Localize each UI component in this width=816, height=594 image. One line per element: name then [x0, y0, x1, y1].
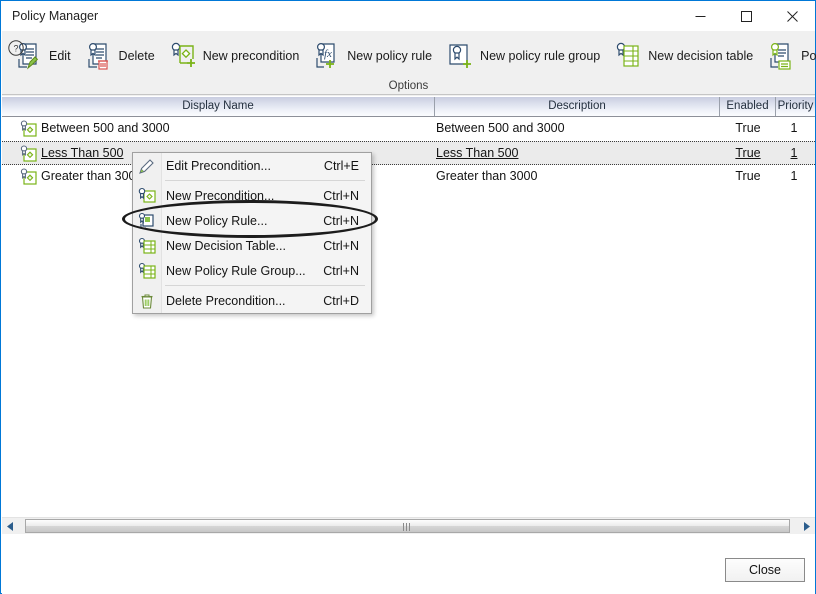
- menu-label-new-policy-rule-group: New Policy Rule Group...: [166, 263, 306, 278]
- precondition-icon: [20, 120, 38, 138]
- row-description: Less Than 500: [436, 146, 519, 160]
- ribbon-label-new-policy-rule: New policy rule: [347, 49, 433, 63]
- ribbon-label-new-policy-rule-group: New policy rule group: [480, 49, 601, 63]
- row-display-name: Greater than 3000: [41, 169, 143, 183]
- new-policy-rule-group-icon: [445, 40, 475, 72]
- new-policy-rule-icon: fx: [312, 40, 342, 72]
- policy-list: Between 500 and 3000 Between 500 and 300…: [2, 117, 815, 515]
- trash-icon: [133, 289, 161, 313]
- menu-shortcut-edit-precondition: Ctrl+E: [323, 158, 359, 173]
- precondition-icon: [20, 168, 38, 186]
- table-row[interactable]: Between 500 and 3000 Between 500 and 300…: [2, 117, 815, 141]
- context-menu-separator: [165, 180, 365, 181]
- column-header-priority[interactable]: Priority: [776, 97, 815, 116]
- ribbon-button-new-precondition[interactable]: New precondition: [162, 34, 307, 78]
- column-header-description[interactable]: Description: [435, 97, 720, 116]
- ribbon-label-edit: Edit: [49, 49, 71, 63]
- close-icon: [786, 10, 798, 22]
- row-priority: 1: [790, 146, 798, 160]
- ribbon-label-policy-info: Policy Info: [801, 49, 816, 63]
- delete-policy-icon: [84, 40, 114, 72]
- ribbon-label-delete: Delete: [118, 49, 155, 63]
- menu-item-edit-precondition[interactable]: Edit Precondition... Ctrl+E: [133, 153, 371, 178]
- svg-text:?: ?: [13, 44, 18, 54]
- row-priority: 1: [790, 121, 798, 135]
- column-header-enabled[interactable]: Enabled: [720, 97, 776, 116]
- row-priority: 1: [790, 169, 798, 183]
- ribbon-button-new-policy-rule-group[interactable]: New policy rule group: [439, 34, 607, 78]
- menu-label-edit-precondition: Edit Precondition...: [166, 158, 271, 173]
- new-policy-rule-icon: [133, 209, 161, 233]
- scrollbar-track[interactable]: [19, 518, 798, 545]
- ribbon-group-label: Options: [388, 80, 429, 92]
- svg-text:fx: fx: [324, 48, 332, 60]
- context-menu: Edit Precondition... Ctrl+E New Precondi…: [132, 152, 372, 314]
- menu-item-new-precondition[interactable]: New Precondition... Ctrl+N: [133, 183, 371, 208]
- menu-label-new-policy-rule: New Policy Rule...: [166, 213, 268, 228]
- ribbon-divider: [2, 94, 815, 95]
- scroll-right-button[interactable]: [798, 518, 815, 534]
- ribbon-label-new-decision-table: New decision table: [648, 49, 754, 63]
- close-button[interactable]: [769, 1, 815, 31]
- row-display-name: Between 500 and 3000: [41, 121, 170, 135]
- scroll-right-icon: [804, 521, 810, 531]
- maximize-icon: [740, 10, 752, 22]
- new-precondition-icon: [168, 40, 198, 72]
- pencil-icon: [133, 154, 161, 178]
- help-icon: ?: [8, 40, 24, 56]
- menu-item-new-policy-rule[interactable]: New Policy Rule... Ctrl+N: [133, 208, 371, 233]
- row-enabled: True: [735, 121, 761, 135]
- menu-label-new-precondition: New Precondition...: [166, 188, 275, 203]
- window-controls: [677, 1, 815, 31]
- window-title: Policy Manager: [12, 9, 99, 23]
- scrollbar-thumb[interactable]: [25, 519, 790, 545]
- row-description: Greater than 3000: [436, 169, 538, 183]
- menu-label-delete-precondition: Delete Precondition...: [166, 293, 286, 308]
- new-policy-rule-group-icon: [133, 259, 161, 283]
- maximize-button[interactable]: [723, 1, 769, 31]
- policy-manager-window: Policy Manager Edit Delete New precondit…: [0, 0, 816, 594]
- scroll-left-button[interactable]: [2, 518, 19, 534]
- table-row[interactable]: Greater than 3000 Greater than 3000 True…: [2, 165, 815, 189]
- ribbon-button-policy-info[interactable]: Policy Info: [760, 34, 816, 78]
- row-enabled: True: [735, 169, 761, 183]
- menu-shortcut-new-policy-rule-group: Ctrl+N: [323, 263, 359, 278]
- ribbon-items: Edit Delete New precondition fx New poli…: [8, 31, 816, 81]
- grid-column-headers: Display Name Description Enabled Priorit…: [2, 97, 815, 117]
- menu-item-new-decision-table[interactable]: New Decision Table... Ctrl+N: [133, 233, 371, 258]
- menu-item-new-policy-rule-group[interactable]: New Policy Rule Group... Ctrl+N: [133, 258, 371, 283]
- new-decision-table-icon: [613, 40, 643, 72]
- menu-shortcut-new-precondition: Ctrl+N: [323, 188, 359, 203]
- minimize-button[interactable]: [677, 1, 723, 31]
- precondition-icon: [20, 145, 38, 163]
- title-bar: Policy Manager: [1, 1, 815, 32]
- ribbon-button-delete[interactable]: Delete: [78, 34, 162, 78]
- menu-shortcut-delete-precondition: Ctrl+D: [323, 293, 359, 308]
- row-description: Between 500 and 3000: [436, 121, 565, 135]
- row-enabled: True: [735, 146, 761, 160]
- policy-info-icon: [766, 40, 796, 72]
- minimize-icon: [695, 15, 705, 17]
- column-header-display-name[interactable]: Display Name: [2, 97, 435, 116]
- close-dialog-button[interactable]: Close: [725, 558, 805, 582]
- ribbon-button-new-policy-rule[interactable]: fx New policy rule: [306, 34, 439, 78]
- help-button[interactable]: ?: [7, 39, 25, 57]
- row-display-name: Less Than 500: [41, 146, 124, 160]
- horizontal-scrollbar[interactable]: [2, 517, 815, 545]
- menu-shortcut-new-policy-rule: Ctrl+N: [323, 213, 359, 228]
- table-row[interactable]: Less Than 500 Less Than 500 True 1: [2, 141, 815, 165]
- menu-shortcut-new-decision-table: Ctrl+N: [323, 238, 359, 253]
- menu-item-delete-precondition[interactable]: Delete Precondition... Ctrl+D: [133, 288, 371, 313]
- scrollbar-grip-icon: [402, 523, 413, 545]
- dialog-footer: [2, 534, 815, 594]
- context-menu-separator: [165, 285, 365, 286]
- new-precondition-icon: [133, 184, 161, 208]
- ribbon-label-new-precondition: New precondition: [202, 49, 300, 63]
- ribbon-toolbar: Edit Delete New precondition fx New poli…: [2, 31, 816, 96]
- scroll-left-icon: [7, 521, 13, 531]
- menu-label-new-decision-table: New Decision Table...: [166, 238, 286, 253]
- ribbon-button-new-decision-table[interactable]: New decision table: [607, 34, 760, 78]
- new-decision-table-icon: [133, 234, 161, 258]
